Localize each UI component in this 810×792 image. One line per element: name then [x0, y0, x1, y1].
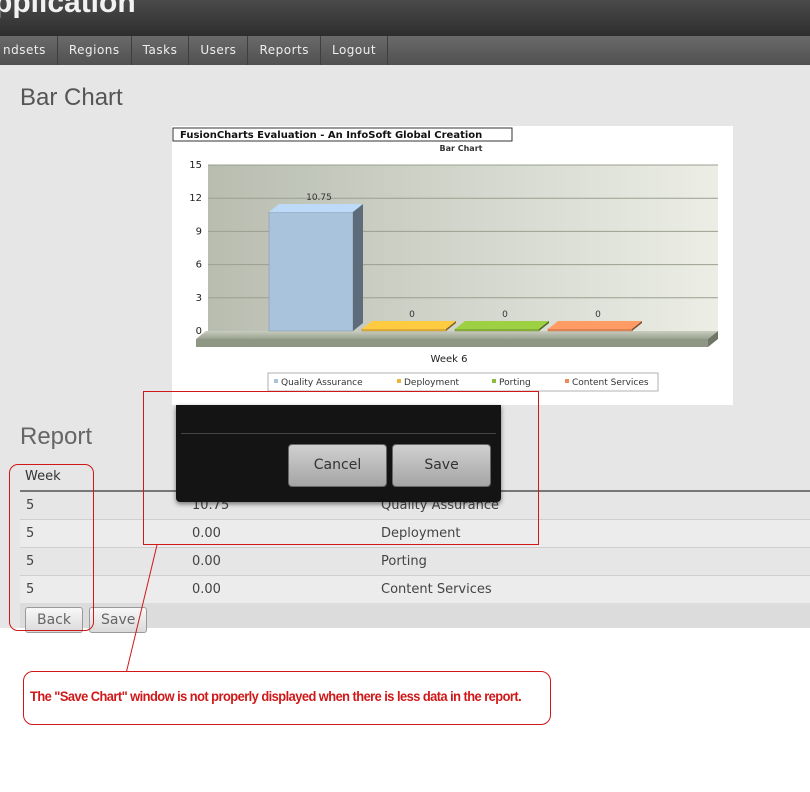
annotation-text: The "Save Chart" window is not properly … [30, 688, 522, 704]
annotation-note: The "Save Chart" window is not properly … [23, 671, 551, 725]
